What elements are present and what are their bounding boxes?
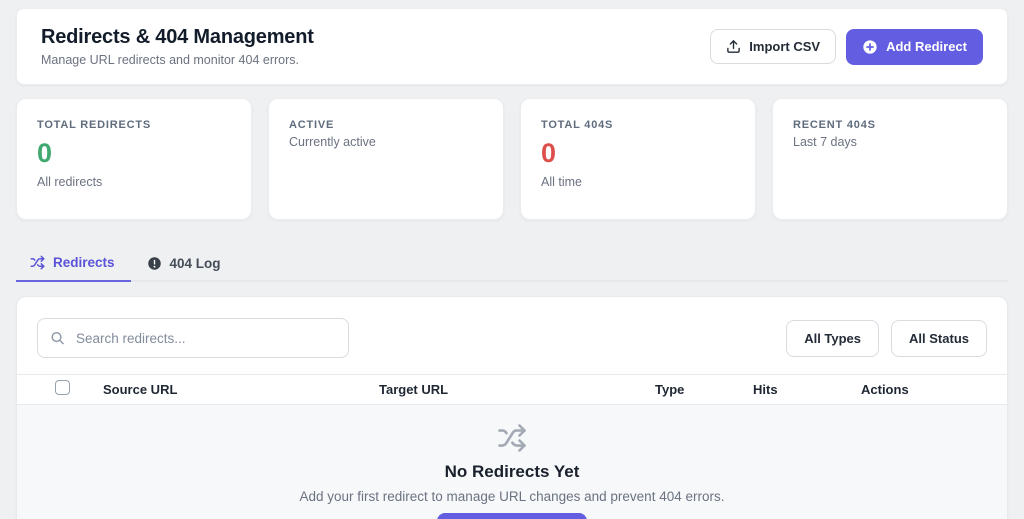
page-header: Redirects & 404 Management Manage URL re… (16, 8, 1008, 85)
stat-card-total-redirects: TOTAL REDIRECTS 0 All redirects (16, 98, 252, 220)
select-all-cell (37, 380, 103, 400)
redirects-panel: All Types All Status Source URL Target U… (16, 296, 1008, 519)
stat-label: RECENT 404S (793, 119, 987, 131)
column-header-target-url: Target URL (379, 382, 655, 397)
page-title: Redirects & 404 Management (41, 26, 314, 49)
select-all-checkbox[interactable] (55, 380, 70, 395)
tab-redirects[interactable]: Redirects (16, 246, 131, 282)
stat-subtext: Last 7 days (793, 135, 987, 149)
search-input[interactable] (37, 318, 349, 358)
column-header-hits: Hits (753, 382, 861, 397)
tab-404-log-label: 404 Log (170, 256, 221, 271)
stat-card-active: ACTIVE Currently active (268, 98, 504, 220)
stat-label: TOTAL REDIRECTS (37, 119, 231, 131)
search-box (37, 318, 349, 358)
page-subtitle: Manage URL redirects and monitor 404 err… (41, 53, 314, 67)
tab-404-log[interactable]: 404 Log (131, 246, 237, 282)
stat-label: ACTIVE (289, 119, 483, 131)
add-redirect-label: Add Redirect (886, 40, 967, 53)
stat-subtext: All time (541, 175, 735, 189)
upload-icon (726, 39, 741, 54)
stat-value: 0 (37, 138, 231, 169)
stat-subtext: All redirects (37, 175, 231, 189)
column-header-type: Type (655, 382, 753, 397)
column-header-actions: Actions (861, 382, 987, 397)
stats-row: TOTAL REDIRECTS 0 All redirects ACTIVE C… (16, 98, 1008, 220)
table-body: No Redirects Yet Add your first redirect… (17, 405, 1007, 519)
page: Redirects & 404 Management Manage URL re… (0, 0, 1024, 519)
tab-redirects-label: Redirects (53, 255, 115, 270)
add-first-redirect-button[interactable] (437, 513, 587, 519)
plus-circle-icon (862, 39, 878, 55)
add-redirect-button[interactable]: Add Redirect (846, 29, 983, 65)
table-header-row: Source URL Target URL Type Hits Actions (17, 374, 1007, 405)
import-csv-button[interactable]: Import CSV (710, 29, 836, 64)
page-header-text: Redirects & 404 Management Manage URL re… (41, 26, 314, 67)
status-filter-dropdown[interactable]: All Status (891, 320, 987, 357)
filter-buttons: All Types All Status (786, 320, 987, 357)
shuffle-icon (30, 255, 45, 270)
column-header-source-url: Source URL (103, 382, 379, 397)
import-csv-label: Import CSV (749, 40, 820, 53)
header-actions: Import CSV Add Redirect (710, 29, 983, 65)
empty-state-title: No Redirects Yet (445, 462, 580, 482)
stat-value: 0 (541, 138, 735, 169)
stat-card-recent-404s: RECENT 404S Last 7 days (772, 98, 1008, 220)
empty-state-description: Add your first redirect to manage URL ch… (300, 489, 725, 504)
stat-label: TOTAL 404S (541, 119, 735, 131)
empty-state: No Redirects Yet Add your first redirect… (300, 423, 725, 519)
stat-subtext: Currently active (289, 135, 483, 149)
tab-bar: Redirects 404 Log (16, 246, 1008, 282)
panel-toolbar: All Types All Status (17, 297, 1007, 374)
type-filter-dropdown[interactable]: All Types (786, 320, 879, 357)
shuffle-icon (497, 423, 527, 458)
alert-circle-icon (147, 256, 162, 271)
stat-card-total-404s: TOTAL 404S 0 All time (520, 98, 756, 220)
